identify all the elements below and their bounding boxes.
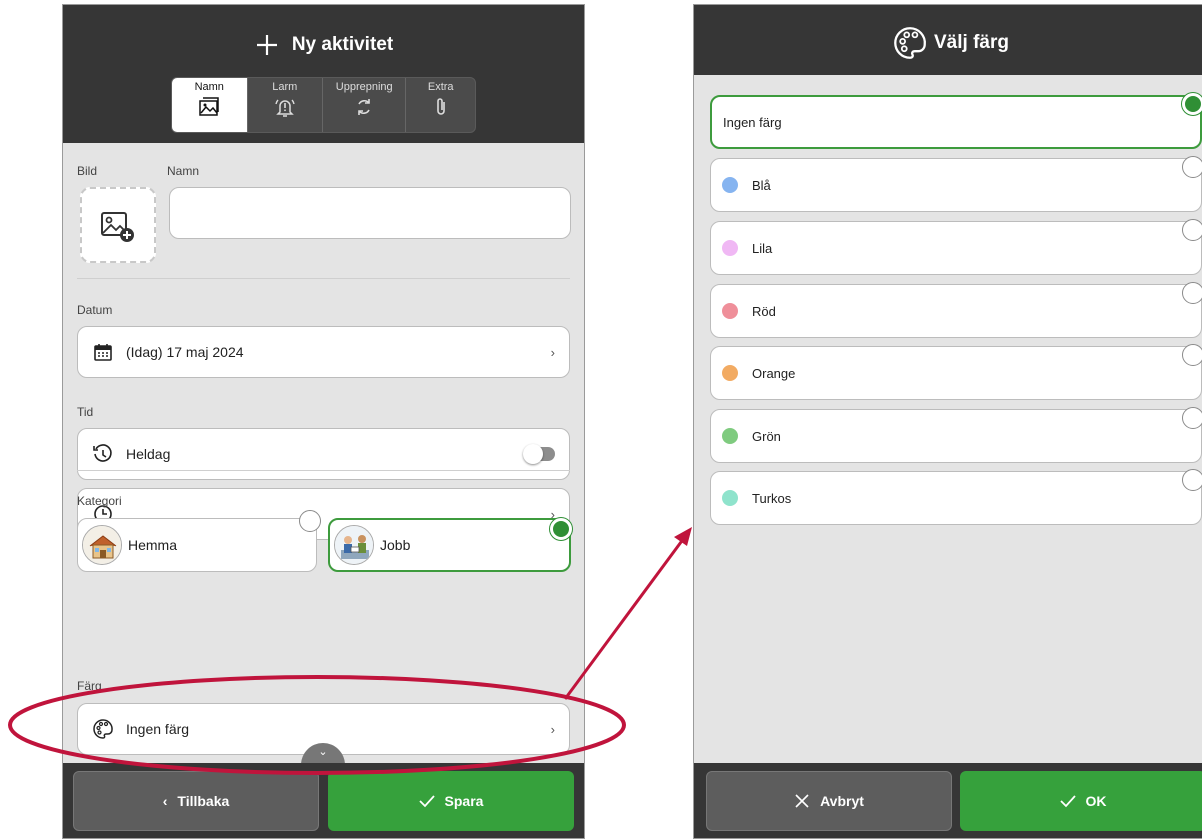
chevron-down-icon: ⌄ bbox=[318, 746, 328, 758]
ok-label: OK bbox=[1085, 793, 1107, 809]
header-bar: Ny aktivitet Namn Larm Upprepning Extra bbox=[63, 5, 584, 143]
page-title-text: Ny aktivitet bbox=[291, 34, 394, 55]
color-swatch bbox=[722, 365, 738, 381]
cancel-label: Avbryt bbox=[820, 793, 864, 809]
color-option-none-radio[interactable] bbox=[1182, 93, 1202, 115]
header-bar: Välj färg bbox=[694, 5, 1202, 75]
tab-extra[interactable]: Extra bbox=[406, 78, 475, 132]
tab-larm[interactable]: Larm bbox=[248, 78, 323, 132]
divider bbox=[77, 278, 570, 279]
color-option-purple[interactable]: Lila bbox=[710, 221, 1202, 275]
paperclip-icon bbox=[429, 95, 453, 122]
color-swatch bbox=[722, 240, 738, 256]
cancel-button[interactable]: Avbryt bbox=[706, 771, 952, 831]
color-option-label: Blå bbox=[752, 177, 771, 193]
color-option-blue[interactable]: Blå bbox=[710, 158, 1202, 212]
back-label: Tillbaka bbox=[177, 793, 230, 809]
datum-label: Datum bbox=[77, 303, 113, 317]
color-swatch bbox=[722, 177, 738, 193]
save-label: Spara bbox=[444, 793, 484, 809]
farg-label: Färg bbox=[77, 679, 102, 693]
choose-color-screen: Välj färg Ingen färg Blå Lila Röd Orange… bbox=[693, 4, 1202, 839]
check-icon bbox=[418, 794, 435, 808]
tid-label: Tid bbox=[77, 405, 94, 419]
name-input[interactable] bbox=[169, 187, 571, 239]
namn-label: Namn bbox=[167, 164, 200, 178]
color-option-turquoise-radio[interactable] bbox=[1182, 469, 1202, 491]
image-gallery-icon bbox=[197, 95, 221, 122]
color-swatch bbox=[722, 303, 738, 319]
add-image-button[interactable] bbox=[80, 187, 156, 263]
office-work-icon bbox=[334, 525, 374, 565]
history-clock-icon bbox=[92, 443, 114, 465]
kategori-label: Kategori bbox=[77, 494, 122, 508]
color-option-orange-radio[interactable] bbox=[1182, 344, 1202, 366]
color-option-label: Grön bbox=[752, 428, 781, 444]
divider-tid bbox=[77, 470, 570, 471]
color-option-green-radio[interactable] bbox=[1182, 407, 1202, 429]
category-jobb-label: Jobb bbox=[380, 537, 411, 553]
color-option-label: Turkos bbox=[752, 490, 792, 506]
all-day-row[interactable]: Heldag bbox=[77, 428, 570, 480]
ok-button[interactable]: OK bbox=[960, 771, 1202, 831]
color-option-green[interactable]: Grön bbox=[710, 409, 1202, 463]
all-day-toggle[interactable] bbox=[523, 444, 555, 464]
color-option-label: Lila bbox=[752, 240, 773, 256]
tab-upprepning-label: Upprepning bbox=[335, 81, 393, 93]
color-swatch bbox=[722, 490, 738, 506]
tab-bar: Namn Larm Upprepning Extra bbox=[171, 77, 476, 133]
plus-icon bbox=[254, 32, 280, 58]
chevron-right-icon: › bbox=[550, 721, 555, 737]
color-swatch bbox=[722, 428, 738, 444]
house-icon bbox=[82, 525, 122, 565]
color-option-label: Röd bbox=[752, 303, 776, 319]
color-option-blue-radio[interactable] bbox=[1182, 156, 1202, 178]
calendar-icon bbox=[92, 341, 114, 363]
palette-icon bbox=[92, 718, 114, 740]
date-row[interactable]: (Idag) 17 maj 2024 › bbox=[77, 326, 570, 378]
tab-namn-label: Namn bbox=[194, 81, 224, 93]
bottom-bar: Avbryt OK bbox=[694, 763, 1202, 838]
new-activity-screen: Ny aktivitet Namn Larm Upprepning Extra … bbox=[62, 4, 585, 839]
category-hemma-radio[interactable] bbox=[299, 510, 321, 532]
all-day-label: Heldag bbox=[126, 446, 171, 462]
alarm-bell-icon bbox=[273, 95, 297, 122]
color-option-none[interactable]: Ingen färg bbox=[710, 95, 1202, 149]
tab-namn[interactable]: Namn bbox=[172, 78, 248, 132]
color-value: Ingen färg bbox=[126, 721, 190, 737]
color-option-label: Orange bbox=[752, 365, 796, 381]
tab-extra-label: Extra bbox=[427, 81, 454, 93]
close-icon bbox=[794, 793, 810, 809]
page-title: Ny aktivitet bbox=[63, 29, 584, 61]
color-option-purple-radio[interactable] bbox=[1182, 219, 1202, 241]
add-image-icon bbox=[98, 207, 138, 252]
chevron-left-icon: ‹ bbox=[162, 793, 168, 809]
tab-upprepning[interactable]: Upprepning bbox=[323, 78, 407, 132]
check-icon bbox=[1059, 794, 1076, 808]
bottom-bar: ‹ Tillbaka Spara bbox=[63, 763, 584, 838]
palette-icon bbox=[892, 25, 928, 61]
color-option-orange[interactable]: Orange bbox=[710, 346, 1202, 400]
category-hemma[interactable]: Hemma bbox=[77, 518, 317, 572]
tab-larm-label: Larm bbox=[272, 81, 298, 93]
color-option-label: Ingen färg bbox=[723, 114, 782, 130]
color-option-turquoise[interactable]: Turkos bbox=[710, 471, 1202, 525]
repeat-icon bbox=[352, 95, 376, 122]
chevron-right-icon: › bbox=[550, 344, 555, 360]
category-hemma-label: Hemma bbox=[128, 537, 178, 553]
color-option-red-radio[interactable] bbox=[1182, 282, 1202, 304]
color-option-red[interactable]: Röd bbox=[710, 284, 1202, 338]
back-button[interactable]: ‹ Tillbaka bbox=[73, 771, 319, 831]
save-button[interactable]: Spara bbox=[328, 771, 574, 831]
page-title: Välj färg bbox=[694, 25, 1202, 61]
category-jobb-radio[interactable] bbox=[550, 518, 572, 540]
page-title-text: Välj färg bbox=[934, 32, 1009, 53]
category-jobb[interactable]: Jobb bbox=[328, 518, 571, 572]
bild-label: Bild bbox=[77, 164, 98, 178]
date-value: (Idag) 17 maj 2024 bbox=[126, 344, 244, 360]
arrow-head-icon bbox=[674, 527, 692, 546]
